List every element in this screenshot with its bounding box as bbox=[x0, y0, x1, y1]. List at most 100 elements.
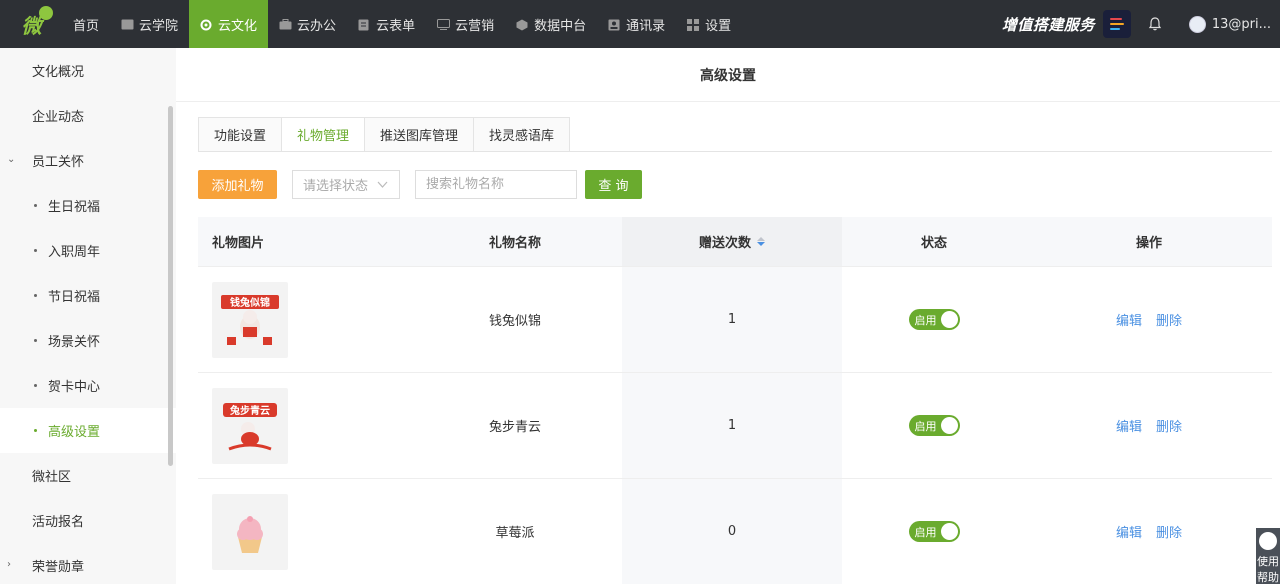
search-input[interactable] bbox=[415, 170, 577, 199]
bullet-icon bbox=[34, 384, 37, 387]
sidebar-item-advanced-settings[interactable]: 高级设置 bbox=[0, 408, 176, 453]
tab-feature-settings[interactable]: 功能设置 bbox=[198, 117, 282, 152]
bullet-icon bbox=[34, 204, 37, 207]
chevron-right-icon: › bbox=[7, 559, 11, 570]
toolbar: 添加礼物 请选择状态 查 询 bbox=[198, 170, 642, 199]
svg-text:兔步青云: 兔步青云 bbox=[229, 404, 270, 417]
form-icon bbox=[358, 19, 371, 30]
gift-name: 草莓派 bbox=[495, 526, 535, 541]
tab-push-gallery[interactable]: 推送图库管理 bbox=[364, 117, 474, 152]
delete-link[interactable]: 删除 bbox=[1156, 522, 1182, 541]
nav-item-contacts[interactable]: 通讯录 bbox=[597, 0, 676, 48]
gift-name: 钱兔似锦 bbox=[488, 314, 541, 329]
rabbit-gift-image: 钱兔似锦 bbox=[221, 294, 279, 345]
headset-icon bbox=[1259, 532, 1277, 550]
book-icon bbox=[121, 19, 134, 30]
nav-item-settings[interactable]: 设置 bbox=[676, 0, 742, 48]
status-toggle[interactable]: 启用 bbox=[908, 309, 960, 330]
sidebar-item-card-center[interactable]: 贺卡中心 bbox=[0, 363, 176, 408]
main-content: 高级设置 功能设置 礼物管理 推送图库管理 找灵感语库 添加礼物 请选择状态 查… bbox=[176, 48, 1280, 584]
rabbit-cloud-gift-image: 兔步青云 bbox=[223, 402, 277, 450]
edit-link[interactable]: 编辑 bbox=[1116, 522, 1142, 541]
sidebar-item-holiday[interactable]: 节日祝福 bbox=[0, 273, 176, 318]
sidebar-item-community[interactable]: 微社区 bbox=[0, 453, 176, 498]
chevron-down-icon: ⌄ bbox=[7, 154, 16, 165]
help-button[interactable]: 使用帮助 bbox=[1256, 528, 1280, 584]
status-select[interactable]: 请选择状态 bbox=[292, 170, 400, 199]
tabs-divider bbox=[198, 151, 1272, 152]
col-header-name: 礼物名称 bbox=[488, 236, 541, 251]
gift-image bbox=[212, 493, 288, 570]
app-logo[interactable]: 微 bbox=[0, 0, 62, 48]
toggle-knob bbox=[940, 417, 958, 434]
bell-icon[interactable] bbox=[1147, 16, 1163, 32]
promo-text[interactable]: 增值搭建服务 bbox=[1002, 14, 1095, 35]
sidebar-item-anniversary[interactable]: 入职周年 bbox=[0, 228, 176, 273]
delete-link[interactable]: 删除 bbox=[1156, 310, 1182, 329]
col-header-status: 状态 bbox=[920, 236, 947, 251]
col-header-actions: 操作 bbox=[1135, 236, 1162, 251]
edit-link[interactable]: 编辑 bbox=[1116, 310, 1142, 329]
gift-count: 1 bbox=[622, 373, 842, 478]
toggle-knob bbox=[940, 311, 958, 328]
sidebar-scrollbar[interactable] bbox=[168, 106, 173, 466]
table-row: 草莓派 0 启用 编辑 删除 bbox=[198, 479, 1272, 584]
status-toggle[interactable]: 启用 bbox=[908, 415, 960, 436]
logo-mark: 微 bbox=[22, 5, 53, 39]
cupcake-gift-image bbox=[237, 515, 263, 553]
nav-items: 首页 云学院 云文化 云办公 云表单 云营销 数据中台 通讯录 设置 bbox=[62, 0, 742, 48]
nav-right: 增值搭建服务 13@pri... bbox=[1002, 0, 1280, 48]
nav-item-data-center[interactable]: 数据中台 bbox=[505, 0, 597, 48]
tab-inspiration-library[interactable]: 找灵感语库 bbox=[473, 117, 571, 152]
bullet-icon bbox=[34, 294, 37, 297]
delete-link[interactable]: 删除 bbox=[1156, 416, 1182, 435]
promo-icon[interactable] bbox=[1102, 10, 1131, 38]
sidebar-item-honor-badge[interactable]: › 荣誉勋章 bbox=[0, 543, 176, 584]
user-menu[interactable]: 13@pri... bbox=[1188, 15, 1271, 33]
edit-link[interactable]: 编辑 bbox=[1116, 416, 1142, 435]
gift-image: 钱兔似锦 bbox=[212, 281, 288, 358]
nav-item-culture[interactable]: 云文化 bbox=[189, 0, 269, 48]
bullet-icon bbox=[34, 339, 37, 342]
cube-icon bbox=[516, 19, 529, 30]
svg-text:钱兔似锦: 钱兔似锦 bbox=[230, 296, 270, 309]
contact-icon bbox=[608, 19, 621, 30]
gear-icon bbox=[200, 19, 213, 30]
gift-count: 1 bbox=[622, 267, 842, 372]
tab-bar: 功能设置 礼物管理 推送图库管理 找灵感语库 bbox=[198, 117, 571, 152]
gift-table: 礼物图片 礼物名称 赠送次数 状态 操作 钱兔似锦 钱兔似锦 1 启用 编辑 删… bbox=[198, 217, 1272, 584]
sidebar-item-culture-overview[interactable]: 文化概况 bbox=[0, 48, 176, 93]
table-header: 礼物图片 礼物名称 赠送次数 状态 操作 bbox=[198, 217, 1272, 267]
col-header-count[interactable]: 赠送次数 bbox=[622, 217, 842, 266]
user-name: 13@pri... bbox=[1211, 16, 1271, 32]
page-title: 高级设置 bbox=[176, 48, 1280, 102]
sidebar-item-employee-care[interactable]: ⌄ 员工关怀 bbox=[0, 138, 176, 183]
nav-item-home[interactable]: 首页 bbox=[62, 0, 110, 48]
table-row: 钱兔似锦 钱兔似锦 1 启用 编辑 删除 bbox=[198, 267, 1272, 373]
col-header-image: 礼物图片 bbox=[212, 236, 265, 251]
add-gift-button[interactable]: 添加礼物 bbox=[198, 170, 277, 199]
monitor-icon bbox=[437, 18, 451, 30]
status-toggle[interactable]: 启用 bbox=[908, 521, 960, 542]
grid-icon bbox=[687, 18, 700, 31]
bullet-icon bbox=[34, 429, 37, 432]
sort-icon[interactable] bbox=[757, 237, 765, 246]
tab-gift-management[interactable]: 礼物管理 bbox=[281, 117, 365, 152]
top-nav: 微 首页 云学院 云文化 云办公 云表单 云营销 数据中台 通讯录 设置 增值搭… bbox=[0, 0, 1280, 48]
toggle-knob bbox=[940, 523, 958, 540]
table-row: 兔步青云 兔步青云 1 启用 编辑 删除 bbox=[198, 373, 1272, 479]
gift-image: 兔步青云 bbox=[212, 387, 288, 464]
nav-item-academy[interactable]: 云学院 bbox=[110, 0, 189, 48]
bullet-icon bbox=[34, 249, 37, 252]
sidebar-item-event-signup[interactable]: 活动报名 bbox=[0, 498, 176, 543]
sidebar-item-scene-care[interactable]: 场景关怀 bbox=[0, 318, 176, 363]
chevron-down-icon bbox=[377, 181, 388, 188]
nav-item-form[interactable]: 云表单 bbox=[347, 0, 426, 48]
sidebar-item-birthday[interactable]: 生日祝福 bbox=[0, 183, 176, 228]
gift-count: 0 bbox=[622, 479, 842, 584]
query-button[interactable]: 查 询 bbox=[585, 170, 642, 199]
nav-item-marketing[interactable]: 云营销 bbox=[426, 0, 505, 48]
avatar bbox=[1188, 15, 1206, 33]
sidebar-item-company-news[interactable]: 企业动态 bbox=[0, 93, 176, 138]
nav-item-office[interactable]: 云办公 bbox=[268, 0, 347, 48]
